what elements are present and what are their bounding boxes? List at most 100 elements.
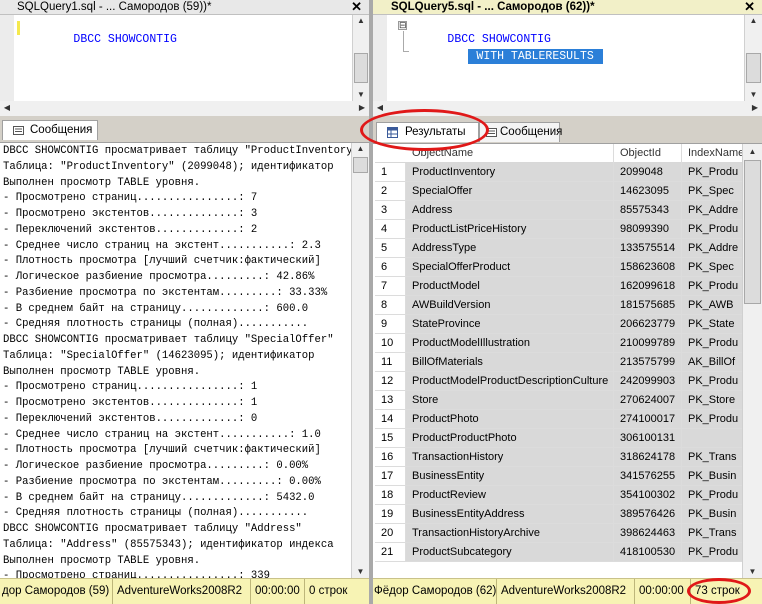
row-number-cell[interactable]: 16: [375, 448, 406, 467]
objectname-cell[interactable]: BusinessEntity: [406, 467, 614, 486]
objectname-cell[interactable]: ProductProductPhoto: [406, 429, 614, 448]
table-row[interactable]: 16 TransactionHistory 318624178 PK_Trans: [375, 448, 746, 467]
table-row[interactable]: 18 ProductReview 354100302 PK_Produ: [375, 486, 746, 505]
table-row[interactable]: 10 ProductModelIllustration 210099789 PK_Pr…: [375, 334, 746, 353]
row-number-cell[interactable]: 11: [375, 353, 406, 372]
objectname-cell[interactable]: AWBuildVersion: [406, 296, 614, 315]
scroll-thumb[interactable]: [746, 53, 761, 83]
objectname-cell[interactable]: ProductSubcategory: [406, 543, 614, 562]
table-row[interactable]: 9 StateProvince 206623779 PK_State: [375, 315, 746, 334]
row-number-cell[interactable]: 8: [375, 296, 406, 315]
row-number-cell[interactable]: 3: [375, 201, 406, 220]
objectname-cell[interactable]: StateProvince: [406, 315, 614, 334]
column-header-objectname[interactable]: ObjectName: [406, 144, 614, 163]
objectid-cell[interactable]: 274100017: [614, 410, 682, 429]
close-icon[interactable]: ✕: [351, 0, 362, 15]
objectid-cell[interactable]: 398624463: [614, 524, 682, 543]
table-row[interactable]: 13 Store 270624007 PK_Store: [375, 391, 746, 410]
scroll-left-arrow-icon[interactable]: ◀: [373, 101, 387, 116]
right-document-tab[interactable]: SQLQuery5.sql - ... Самородов (62))* ✕: [373, 0, 762, 15]
table-row[interactable]: 19 BusinessEntityAddress 389576426 PK_Busin: [375, 505, 746, 524]
indexname-cell[interactable]: PK_Produ: [682, 543, 746, 562]
editor-horizontal-scrollbar[interactable]: ◀ ▶: [373, 101, 762, 116]
table-row[interactable]: 15 ProductProductPhoto 306100131: [375, 429, 746, 448]
table-row[interactable]: 6 SpecialOfferProduct 158623608 PK_Spec: [375, 258, 746, 277]
indexname-cell[interactable]: PK_Produ: [682, 163, 746, 182]
tab-results[interactable]: Результаты: [376, 122, 479, 142]
objectid-cell[interactable]: 306100131: [614, 429, 682, 448]
results-grid[interactable]: ObjectName ObjectId IndexName 1 ProductIn…: [375, 144, 746, 578]
indexname-cell[interactable]: PK_Produ: [682, 410, 746, 429]
row-number-cell[interactable]: 2: [375, 182, 406, 201]
objectid-cell[interactable]: 14623095: [614, 182, 682, 201]
objectname-cell[interactable]: TransactionHistory: [406, 448, 614, 467]
indexname-cell[interactable]: PK_Produ: [682, 372, 746, 391]
messages-output[interactable]: DBCC SHOWCONTIG просматривает таблицу "P…: [0, 143, 351, 578]
editor-vertical-scrollbar[interactable]: ▲ ▼: [744, 15, 762, 101]
objectname-cell[interactable]: Address: [406, 201, 614, 220]
objectid-cell[interactable]: 181575685: [614, 296, 682, 315]
indexname-cell[interactable]: PK_Trans: [682, 524, 746, 543]
row-number-cell[interactable]: 12: [375, 372, 406, 391]
scroll-up-arrow-icon[interactable]: ▲: [352, 143, 369, 155]
objectid-cell[interactable]: 98099390: [614, 220, 682, 239]
row-number-cell[interactable]: 5: [375, 239, 406, 258]
row-number-cell[interactable]: 1: [375, 163, 406, 182]
editor-vertical-scrollbar[interactable]: ▲ ▼: [352, 15, 369, 101]
scroll-right-arrow-icon[interactable]: ▶: [748, 101, 762, 116]
table-row[interactable]: 7 ProductModel 162099618 PK_Produ: [375, 277, 746, 296]
table-row[interactable]: 14 ProductPhoto 274100017 PK_Produ: [375, 410, 746, 429]
row-number-cell[interactable]: 18: [375, 486, 406, 505]
objectname-cell[interactable]: ProductModel: [406, 277, 614, 296]
indexname-cell[interactable]: PK_Produ: [682, 220, 746, 239]
objectname-cell[interactable]: ProductModelProductDescriptionCulture: [406, 372, 614, 391]
table-row[interactable]: 21 ProductSubcategory 418100530 PK_Produ: [375, 543, 746, 562]
row-number-cell[interactable]: 19: [375, 505, 406, 524]
objectid-cell[interactable]: 213575799: [614, 353, 682, 372]
objectid-cell[interactable]: 210099789: [614, 334, 682, 353]
row-number-cell[interactable]: 20: [375, 524, 406, 543]
indexname-cell[interactable]: AK_BillOf: [682, 353, 746, 372]
scroll-down-arrow-icon[interactable]: ▼: [353, 89, 369, 101]
objectid-cell[interactable]: 158623608: [614, 258, 682, 277]
objectid-cell[interactable]: 318624178: [614, 448, 682, 467]
scroll-thumb[interactable]: [744, 160, 761, 304]
column-header-objectid[interactable]: ObjectId: [614, 144, 682, 163]
objectname-cell[interactable]: ProductModelIllustration: [406, 334, 614, 353]
row-number-cell[interactable]: 13: [375, 391, 406, 410]
close-icon[interactable]: ✕: [744, 0, 755, 15]
scroll-right-arrow-icon[interactable]: ▶: [355, 101, 369, 116]
objectname-cell[interactable]: Store: [406, 391, 614, 410]
indexname-cell[interactable]: PK_Store: [682, 391, 746, 410]
objectid-cell[interactable]: 133575514: [614, 239, 682, 258]
table-row[interactable]: 17 BusinessEntity 341576255 PK_Busin: [375, 467, 746, 486]
scroll-up-arrow-icon[interactable]: ▲: [353, 15, 369, 27]
row-number-cell[interactable]: 14: [375, 410, 406, 429]
row-number-cell[interactable]: 6: [375, 258, 406, 277]
table-row[interactable]: 8 AWBuildVersion 181575685 PK_AWB: [375, 296, 746, 315]
indexname-cell[interactable]: PK_Produ: [682, 486, 746, 505]
objectid-cell[interactable]: 206623779: [614, 315, 682, 334]
objectname-cell[interactable]: BillOfMaterials: [406, 353, 614, 372]
indexname-cell[interactable]: PK_Busin: [682, 505, 746, 524]
indexname-cell[interactable]: PK_Produ: [682, 277, 746, 296]
objectid-cell[interactable]: 389576426: [614, 505, 682, 524]
scroll-down-arrow-icon[interactable]: ▼: [352, 566, 369, 578]
row-number-cell[interactable]: 7: [375, 277, 406, 296]
objectid-cell[interactable]: 85575343: [614, 201, 682, 220]
objectname-cell[interactable]: ProductInventory: [406, 163, 614, 182]
table-row[interactable]: 5 AddressType 133575514 PK_Addre: [375, 239, 746, 258]
row-number-cell[interactable]: 21: [375, 543, 406, 562]
tab-messages[interactable]: Сообщения: [2, 120, 98, 140]
scroll-thumb[interactable]: [353, 157, 368, 173]
objectname-cell[interactable]: ProductPhoto: [406, 410, 614, 429]
table-row[interactable]: 2 SpecialOffer 14623095 PK_Spec: [375, 182, 746, 201]
editor-horizontal-scrollbar[interactable]: ◀ ▶: [0, 101, 369, 116]
scroll-down-arrow-icon[interactable]: ▼: [743, 566, 762, 578]
indexname-cell[interactable]: PK_Spec: [682, 182, 746, 201]
objectid-cell[interactable]: 354100302: [614, 486, 682, 505]
objectid-cell[interactable]: 162099618: [614, 277, 682, 296]
scroll-up-arrow-icon[interactable]: ▲: [743, 146, 762, 158]
column-header-indexname[interactable]: IndexName: [682, 144, 746, 163]
table-row[interactable]: 3 Address 85575343 PK_Addre: [375, 201, 746, 220]
